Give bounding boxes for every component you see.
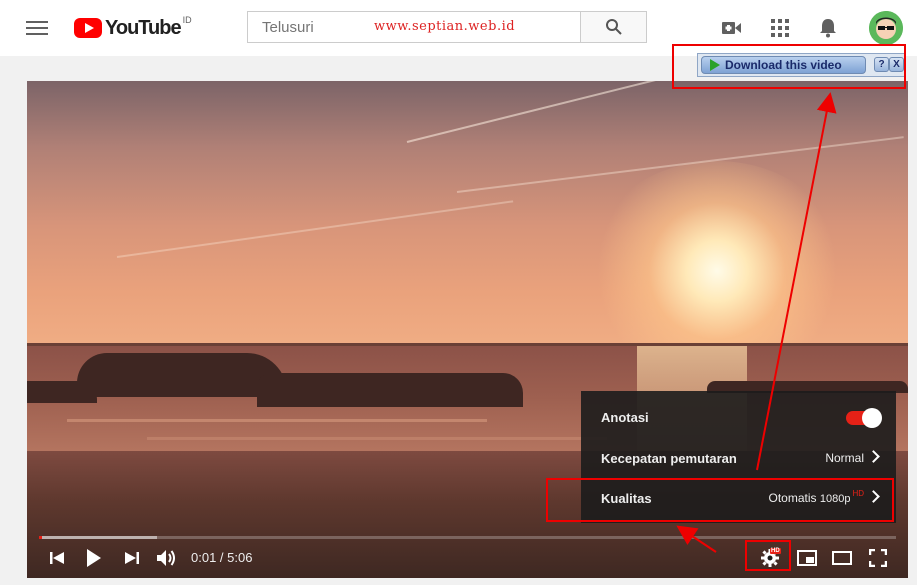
search-box: www.septian.web.id <box>247 11 581 43</box>
youtube-play-icon <box>74 18 102 38</box>
video-frame-wave <box>147 437 607 440</box>
video-frame-wave <box>67 419 487 422</box>
video-frame-horizon <box>27 343 908 346</box>
fullscreen-button[interactable] <box>866 547 890 569</box>
play-button[interactable] <box>82 547 106 569</box>
progress-loaded <box>39 536 158 539</box>
time-display: 0:01 / 5:06 <box>191 550 253 565</box>
watermark-text: www.septian.web.id <box>374 19 516 34</box>
progress-bar[interactable] <box>39 536 896 539</box>
annotations-toggle[interactable] <box>846 407 882 428</box>
next-button[interactable] <box>120 547 144 569</box>
skip-next-icon <box>125 552 139 564</box>
toggle-knob <box>862 408 882 428</box>
volume-icon <box>157 550 175 566</box>
avatar[interactable] <box>869 11 903 45</box>
menu-item-value: Normal <box>825 451 864 465</box>
menu-item-label: Anotasi <box>601 409 649 425</box>
menu-icon[interactable] <box>26 18 48 38</box>
chevron-right-icon <box>867 450 880 463</box>
logo-text: YouTube <box>105 16 182 39</box>
miniplayer-button[interactable] <box>795 547 819 569</box>
search-button[interactable] <box>581 11 647 43</box>
video-frame-rock <box>257 373 523 407</box>
previous-button[interactable] <box>45 547 69 569</box>
fullscreen-icon <box>869 549 887 567</box>
download-highlight-box <box>672 44 906 89</box>
video-frame-rock <box>27 381 97 403</box>
notifications-bell-icon[interactable] <box>816 16 840 40</box>
menu-item-label: Kecepatan pemutaran <box>601 450 737 466</box>
apps-grid-icon[interactable] <box>768 16 792 40</box>
theater-mode-button[interactable] <box>830 547 854 569</box>
progress-played <box>39 536 43 539</box>
video-frame-rock <box>77 353 287 397</box>
skip-previous-icon <box>50 552 64 564</box>
upload-video-icon[interactable] <box>720 16 744 40</box>
menu-item-playback-speed[interactable]: Kecepatan pemutaran Normal <box>581 438 896 478</box>
quality-highlight-box <box>546 478 894 522</box>
theater-mode-icon <box>832 551 852 565</box>
search-input[interactable] <box>260 18 374 37</box>
miniplayer-icon <box>797 550 817 566</box>
logo-country-code: ID <box>182 15 192 25</box>
search-icon <box>605 19 622 35</box>
menu-item-annotations[interactable]: Anotasi <box>581 397 896 437</box>
play-icon <box>87 549 101 567</box>
youtube-logo[interactable]: YouTube ID <box>74 15 192 41</box>
volume-button[interactable] <box>155 547 179 569</box>
settings-highlight-box <box>745 540 791 571</box>
